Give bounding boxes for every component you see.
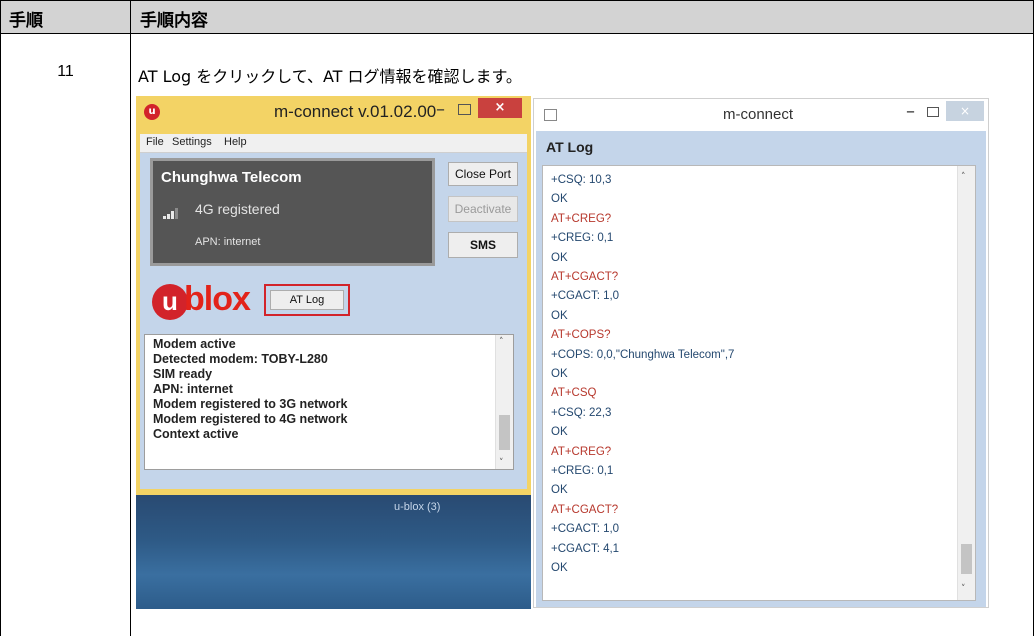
apn-label: APN: internet <box>195 236 261 248</box>
log-scrollbar[interactable]: ˄ ˅ <box>957 166 975 600</box>
list-item: Modem registered to 3G network <box>153 397 348 411</box>
log-line: OK <box>551 426 568 439</box>
list-item: Modem registered to 4G network <box>153 412 348 426</box>
at-log-client-area: AT Log ˄ ˅ +CSQ: 10,3 OK AT+CREG? +CREG: 0,… <box>536 131 986 607</box>
desktop-background: u-blox (3) <box>136 495 531 609</box>
log-line: OK <box>551 193 568 206</box>
log-line: +CGACT: 1,0 <box>551 290 620 303</box>
menu-settings[interactable]: Settings <box>172 136 212 148</box>
window-icon <box>544 109 557 121</box>
maximize-button[interactable] <box>458 104 471 115</box>
scroll-thumb[interactable] <box>961 544 972 574</box>
log-line: AT+CREG? <box>551 212 612 225</box>
scroll-up-icon[interactable]: ˄ <box>961 172 966 182</box>
connection-status-panel: Chunghwa Telecom 4G registered APN: inte… <box>150 158 435 266</box>
at-log-window-title: m-connect <box>723 106 794 123</box>
log-line: +CREG: 0,1 <box>551 232 614 245</box>
minimize-button[interactable]: – <box>906 101 915 122</box>
list-item: Detected modem: TOBY-L280 <box>153 352 328 366</box>
list-item: Context active <box>153 427 239 441</box>
main-client-area: File Settings Help Chunghwa Telecom 4G r… <box>140 134 527 489</box>
log-line: OK <box>551 562 568 574</box>
log-line: OK <box>551 368 568 380</box>
menu-file[interactable]: File <box>146 136 164 148</box>
scroll-up-icon[interactable]: ˄ <box>499 337 504 347</box>
menu-help[interactable]: Help <box>224 136 247 148</box>
log-line: OK <box>551 484 568 497</box>
log-line: AT+CSQ <box>551 387 597 400</box>
deactivate-button[interactable]: Deactivate <box>448 196 518 222</box>
list-item: Modem active <box>153 337 236 351</box>
log-line: +COPS: 0,0,"Chunghwa Telecom",7 <box>551 348 735 361</box>
log-line: AT+CREG? <box>551 445 612 458</box>
header-step: 手順 <box>9 11 43 31</box>
close-port-button[interactable]: Close Port <box>448 162 518 186</box>
scroll-down-icon[interactable]: ˅ <box>961 584 966 594</box>
carrier-name: Chunghwa Telecom <box>161 169 302 186</box>
maximize-button[interactable] <box>927 107 939 117</box>
log-line: AT+CGACT? <box>551 271 619 283</box>
log-line: +CREG: 0,1 <box>551 465 614 477</box>
log-line: AT+COPS? <box>551 329 611 342</box>
at-log-heading: AT Log <box>546 139 594 155</box>
menu-bar: File Settings Help <box>140 134 527 153</box>
sms-button[interactable]: SMS <box>448 232 518 258</box>
registration-status: 4G registered <box>195 201 280 217</box>
scroll-thumb[interactable] <box>499 415 510 450</box>
list-item: SIM ready <box>153 367 213 381</box>
close-button[interactable]: × <box>478 98 522 118</box>
main-window-title: m-connect v.01.02.00 <box>274 102 437 121</box>
ublox-logo-mark: u <box>152 284 188 320</box>
step-number: 11 <box>57 63 74 80</box>
log-line: +CGACT: 4,1 <box>551 542 620 555</box>
app-icon: u <box>144 104 160 120</box>
column-divider <box>130 1 131 636</box>
log-line: OK <box>551 309 568 322</box>
message-scrollbar[interactable]: ˄ ˅ <box>495 335 513 469</box>
scroll-down-icon[interactable]: ˅ <box>499 458 504 468</box>
step-instruction: AT Log をクリックして、AT ログ情報を確認します。 <box>138 67 522 86</box>
at-log-text-area[interactable]: ˄ ˅ +CSQ: 10,3 OK AT+CREG? +CREG: 0,1 OK AT+C… <box>542 165 976 601</box>
log-line: +CSQ: 10,3 <box>551 174 612 186</box>
list-item: APN: internet <box>153 382 233 396</box>
at-log-button[interactable]: AT Log <box>270 290 344 310</box>
log-line: OK <box>551 251 568 264</box>
main-title-bar[interactable]: u m-connect v.01.02.00 – × <box>136 96 531 128</box>
close-button[interactable]: × <box>946 101 984 121</box>
at-log-window: m-connect – × AT Log ˄ ˅ +CSQ: 10,3 OK AT+… <box>533 98 989 608</box>
signal-strength-icon <box>163 207 181 219</box>
table-header: 手順 手順内容 <box>1 1 1033 34</box>
desktop-taskbar-label: u-blox (3) <box>394 501 441 513</box>
log-line: +CSQ: 22,3 <box>551 406 612 419</box>
at-log-title-bar[interactable]: m-connect – × <box>534 99 988 131</box>
log-line: AT+CGACT? <box>551 503 619 516</box>
minimize-button[interactable]: – <box>436 99 445 120</box>
m-connect-main-window: u m-connect v.01.02.00 – × File Settings… <box>136 96 531 495</box>
status-message-list[interactable]: Modem active Detected modem: TOBY-L280 S… <box>144 334 514 470</box>
header-step-content: 手順内容 <box>140 11 208 31</box>
log-line: +CGACT: 1,0 <box>551 523 620 536</box>
ublox-logo-text: blox <box>184 280 251 318</box>
